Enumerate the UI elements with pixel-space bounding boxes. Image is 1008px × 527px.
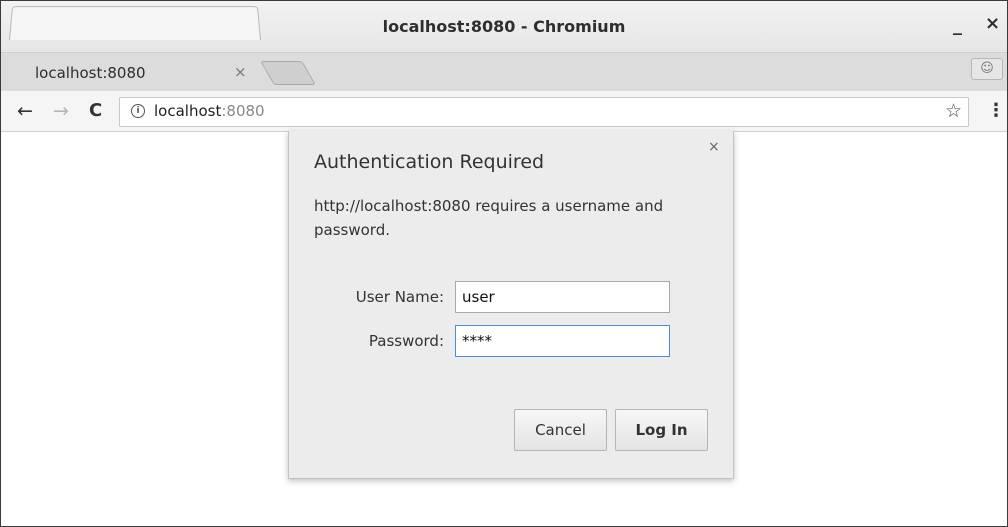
dialog-title: Authentication Required [314,151,545,173]
password-field[interactable] [455,325,670,357]
tab-label: localhost:8080 [35,64,146,82]
url-text[interactable]: localhost:8080 [154,102,265,120]
dialog-close-icon[interactable]: × [708,139,720,155]
username-field[interactable] [455,281,670,313]
log-in-button[interactable]: Log In [615,409,708,451]
back-arrow-icon[interactable]: ← [17,101,33,121]
username-label: User Name: [355,288,444,306]
info-icon[interactable]: i [131,104,145,118]
profile-icon[interactable]: ☺ [971,58,1003,80]
url-host: localhost [154,102,222,120]
tab-strip [1,53,1007,91]
cancel-button[interactable]: Cancel [514,409,607,451]
close-window-button[interactable]: × [985,13,1000,34]
browser-window: localhost:8080 - Chromium _ × localhost:… [0,0,1008,527]
tab-close-icon[interactable]: × [234,63,247,81]
kebab-menu-icon[interactable]: ⋮ [987,101,1005,121]
password-label: Password: [368,332,444,350]
reload-icon[interactable]: C [89,101,102,121]
bookmark-star-icon[interactable]: ☆ [945,101,962,121]
forward-arrow-icon[interactable]: → [53,101,69,121]
url-port: :8080 [221,102,265,120]
minimize-button[interactable]: _ [953,15,962,36]
tab-localhost[interactable] [9,6,261,40]
dialog-message: http://localhost:8080 requires a usernam… [314,197,664,239]
